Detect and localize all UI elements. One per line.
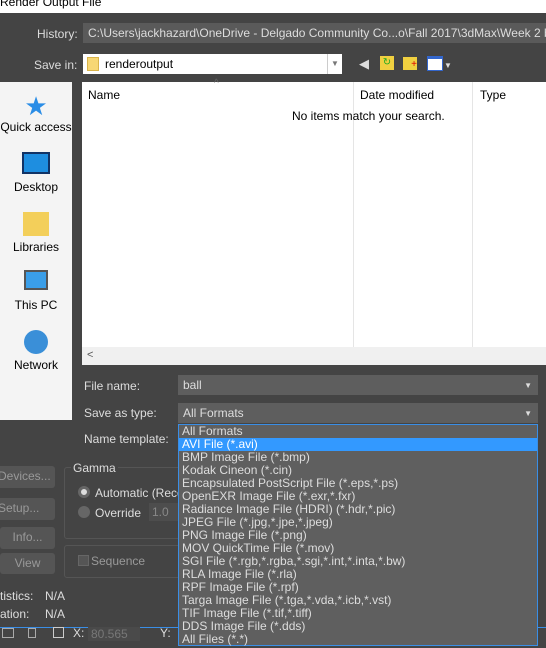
column-date-modified[interactable]: Date modified <box>360 88 434 102</box>
info-button[interactable]: Info... <box>0 527 55 549</box>
place-label: This PC <box>14 298 58 312</box>
override-radio[interactable] <box>78 506 90 518</box>
place-label: Network <box>13 358 58 372</box>
libraries-icon <box>23 212 49 236</box>
place-label: Desktop <box>13 180 59 194</box>
file-list[interactable]: ^ Name Date modified Type No items match… <box>82 78 546 365</box>
save-in-combo[interactable]: renderoutput <box>83 54 327 74</box>
y-label: Y: <box>160 626 171 640</box>
transform-icon[interactable] <box>53 627 64 638</box>
up-folder-icon[interactable]: ↻ <box>380 56 394 70</box>
chevron-down-icon[interactable]: ▼ <box>524 409 532 418</box>
place-this-pc[interactable]: This PC <box>0 270 72 312</box>
save-in-dropdown-arrow[interactable]: ▼ <box>327 54 342 74</box>
computer-icon <box>24 270 48 290</box>
location-value: N/A <box>45 607 66 621</box>
horizontal-scrollbar[interactable]: < <box>82 347 546 365</box>
column-type[interactable]: Type <box>480 88 506 102</box>
empty-message: No items match your search. <box>292 109 445 123</box>
save-as-type-label: Save as type: <box>84 406 157 420</box>
save-as-type-dropdown-list[interactable]: All Formats AVI File (*.avi) BMP Image Fil… <box>178 424 538 646</box>
name-template-label: Name template: <box>84 432 169 446</box>
scroll-left-icon[interactable]: < <box>87 349 93 361</box>
sort-indicator-icon: ^ <box>214 78 219 89</box>
network-icon <box>24 330 48 354</box>
place-libraries[interactable]: Libraries <box>0 212 72 254</box>
star-icon: ★ <box>24 91 48 121</box>
sequence-checkbox[interactable] <box>78 555 89 566</box>
gamma-title: Gamma <box>71 461 118 475</box>
save-as-type-combo[interactable]: All Formats ▼ <box>178 403 538 423</box>
place-desktop[interactable]: Desktop <box>0 152 72 194</box>
lock-icon[interactable] <box>28 628 36 638</box>
override-label: Override <box>95 506 142 520</box>
place-label: Libraries <box>12 240 60 254</box>
save-as-type-value: All Formats <box>183 406 244 420</box>
place-network[interactable]: Network <box>0 330 72 372</box>
history-label: History: <box>37 27 78 41</box>
folder-icon <box>87 57 99 71</box>
view-menu-icon[interactable] <box>427 56 443 71</box>
file-name-input[interactable]: ball ▼ <box>178 375 538 395</box>
places-bar: ★ Quick access Desktop Libraries This PC… <box>0 82 72 420</box>
statistics-label: tistics: <box>0 589 34 603</box>
sequence-group: Sequence <box>64 545 184 578</box>
window-title: Render Output File <box>0 0 546 13</box>
desktop-icon <box>22 152 50 174</box>
chevron-down-icon[interactable]: ▼ <box>524 381 532 390</box>
dropdown-option[interactable]: All Files (*.*) <box>179 633 537 646</box>
location-label: ation: <box>0 607 30 621</box>
sequence-label: Sequence <box>91 554 146 568</box>
view-menu-arrow-icon[interactable]: ▼ <box>444 61 452 70</box>
devices-button[interactable]: Devices... <box>0 466 55 488</box>
save-in-label: Save in: <box>34 58 78 72</box>
place-quick-access[interactable]: ★ Quick access <box>0 92 72 134</box>
view-button[interactable]: View <box>0 553 55 574</box>
selection-icon[interactable] <box>2 628 14 638</box>
column-divider <box>472 82 473 347</box>
history-combo[interactable]: C:\Users\jackhazard\OneDrive - Delgado C… <box>83 23 546 43</box>
automatic-radio[interactable] <box>78 486 90 498</box>
x-label: X: <box>73 626 85 640</box>
setup-button[interactable]: Setup... <box>0 498 55 520</box>
x-coordinate-input[interactable]: 80.565 <box>88 627 140 641</box>
save-in-value: renderoutput <box>105 57 174 71</box>
back-icon[interactable]: ◀ <box>359 56 369 72</box>
column-name[interactable]: Name <box>88 88 120 102</box>
file-name-label: File name: <box>84 379 141 393</box>
file-name-value: ball <box>183 378 202 392</box>
new-folder-icon[interactable]: + <box>403 57 417 70</box>
gamma-group: Gamma Automatic (Recom Override 1.0 <box>64 461 194 539</box>
place-label: Quick access <box>0 120 72 134</box>
statistics-value: N/A <box>45 589 66 603</box>
